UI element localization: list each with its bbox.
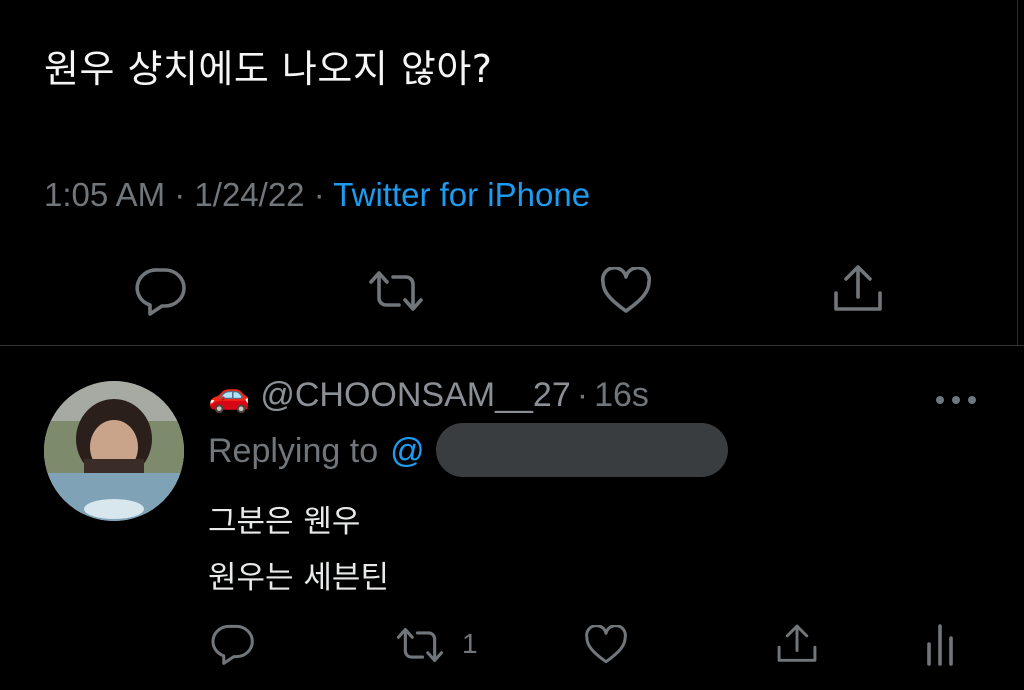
more-button[interactable] xyxy=(934,380,978,415)
avatar[interactable] xyxy=(44,381,184,521)
analytics-icon xyxy=(925,622,955,666)
share-icon xyxy=(775,622,819,666)
meta-separator: · xyxy=(313,176,325,213)
like-button[interactable] xyxy=(582,624,630,666)
reply-text-line: 그분은 웬우 xyxy=(208,504,361,540)
retweet-button[interactable] xyxy=(394,624,446,666)
reply-handle[interactable]: @CHOONSAM__27 xyxy=(260,376,570,415)
heart-icon xyxy=(583,625,629,665)
share-button[interactable] xyxy=(774,620,820,668)
divider xyxy=(0,345,1024,346)
share-icon xyxy=(831,263,885,315)
reply-action-bar: 1 xyxy=(0,614,1024,674)
heart-icon xyxy=(599,267,653,315)
tweet-date[interactable]: 1/24/22 xyxy=(194,176,304,213)
share-button[interactable] xyxy=(830,262,886,316)
retweet-button[interactable] xyxy=(366,266,426,316)
reply-age[interactable]: 16s xyxy=(594,376,649,415)
redacted-handle xyxy=(436,423,728,477)
retweet-icon xyxy=(395,625,445,665)
reply-button[interactable] xyxy=(210,622,256,666)
reply-button[interactable] xyxy=(134,266,188,316)
like-button[interactable] xyxy=(598,266,654,316)
reply-text-line: 원우는 세븐틴 xyxy=(208,560,389,596)
reply-icon xyxy=(211,623,255,665)
retweet-count: 1 xyxy=(462,628,478,659)
tweet-action-bar xyxy=(0,262,1024,318)
reply-icon xyxy=(135,266,187,316)
meta-separator: · xyxy=(174,176,186,213)
tweet-meta: 1:05 AM · 1/24/22 · Twitter for iPhone xyxy=(44,176,590,214)
replying-label: Replying to xyxy=(208,432,379,470)
tweet-text: 원우 샹치에도 나오지 않아? xyxy=(44,47,493,91)
header-separator: · xyxy=(576,375,589,414)
replying-to: Replying to @ xyxy=(208,432,425,471)
replying-handle[interactable]: @ xyxy=(390,432,425,471)
column-border xyxy=(1017,0,1018,345)
tweet-source-link[interactable]: Twitter for iPhone xyxy=(333,176,590,213)
tweet-time[interactable]: 1:05 AM xyxy=(44,176,165,213)
tweet-detail-view: 원우 샹치에도 나오지 않아? 1:05 AM · 1/24/22 · Twit… xyxy=(0,0,1024,690)
car-icon: 🚗 xyxy=(208,376,251,414)
more-icon xyxy=(934,380,978,415)
reply-header: 🚗 @CHOONSAM__27 · 16s xyxy=(208,375,649,415)
analytics-button[interactable] xyxy=(922,620,958,668)
retweet-icon xyxy=(367,268,425,314)
